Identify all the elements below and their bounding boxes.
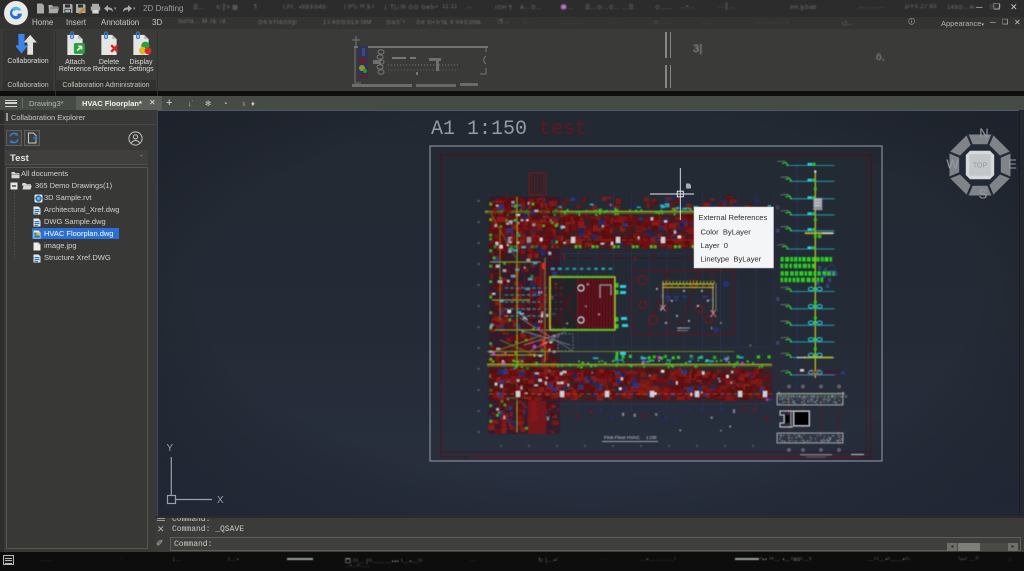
svg-text:A1 1:150: A1 1:150 <box>431 118 527 141</box>
svg-text:1:100: 1:100 <box>646 435 657 440</box>
svg-text:S: S <box>979 187 988 202</box>
svg-text:W: W <box>946 157 959 172</box>
svg-text:G: G <box>845 395 848 399</box>
svg-text:External References: External References <box>699 213 768 222</box>
svg-text:First Floor HVAC: First Floor HVAC <box>604 435 640 441</box>
svg-text:N: N <box>979 126 988 141</box>
svg-text:Linetype ByLayer: Linetype ByLayer <box>701 255 762 264</box>
svg-text:Layer 0: Layer 0 <box>701 241 728 250</box>
svg-text:E: E <box>1008 157 1017 172</box>
svg-text:X: X <box>217 495 224 506</box>
svg-text:Y: Y <box>167 443 174 454</box>
svg-text:TOP: TOP <box>973 163 988 170</box>
svg-text:Color ByLayer: Color ByLayer <box>701 228 752 237</box>
svg-text:test: test <box>539 118 587 141</box>
